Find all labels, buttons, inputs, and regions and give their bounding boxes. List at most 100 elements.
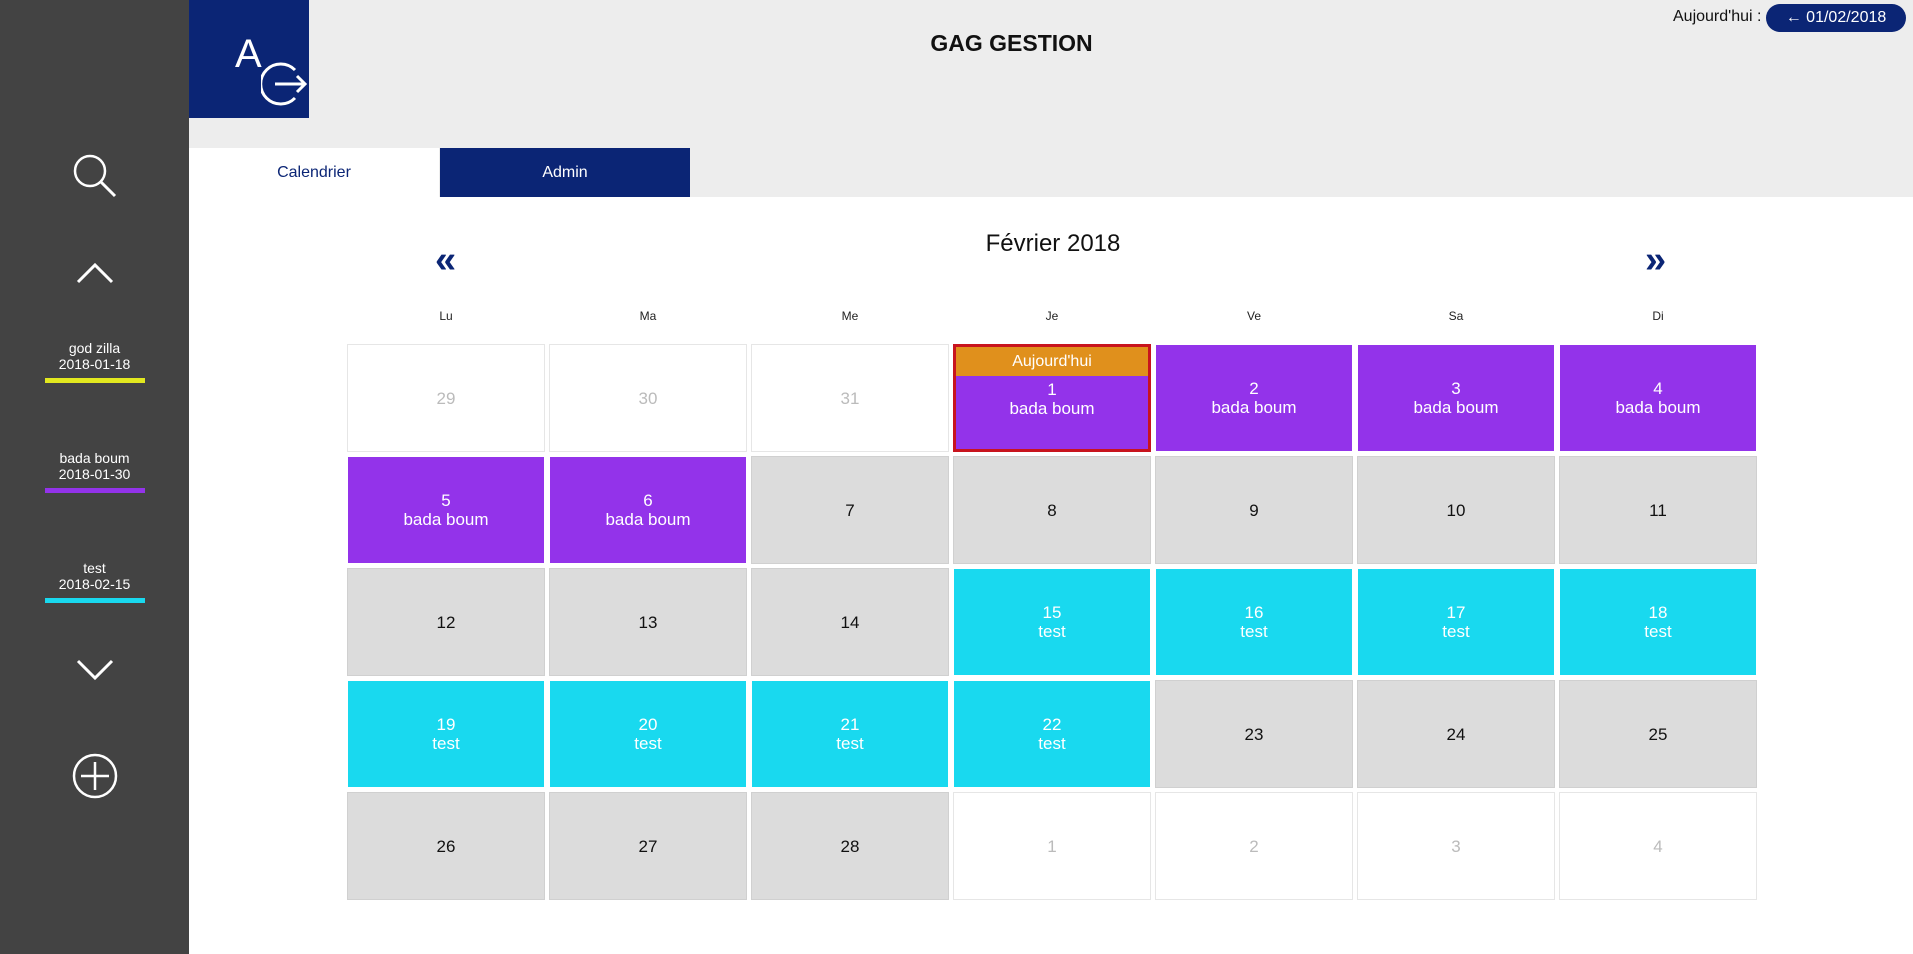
day-event-label: bada boum <box>1615 398 1701 417</box>
day-number: 6 <box>643 491 653 510</box>
weekday-label: Ve <box>1246 309 1261 323</box>
calendar-day[interactable]: 4 bada boum <box>1559 344 1757 452</box>
tab-calendrier[interactable]: Calendrier <box>189 148 439 197</box>
calendar-day[interactable]: 18 test <box>1559 568 1757 676</box>
day-number: 1 <box>1047 836 1057 856</box>
calendar-day[interactable]: 16 test <box>1155 568 1353 676</box>
next-month-button[interactable]: » <box>1645 240 1666 280</box>
sidebar-event-date: 2018-01-18 <box>58 356 131 372</box>
chevron-up-icon[interactable] <box>0 258 189 288</box>
calendar-day[interactable]: 28 <box>751 792 949 900</box>
sidebar-event-bada-boum[interactable]: bada boum 2018-01-30 <box>0 450 189 493</box>
day-number: 7 <box>845 500 855 520</box>
day-event-label: test <box>1038 622 1066 641</box>
month-title: Février 2018 <box>985 230 1121 257</box>
day-number: 22 <box>1042 715 1062 734</box>
weekday-label: Je <box>1045 309 1059 323</box>
day-event-label: test <box>1644 622 1672 641</box>
calendar-day[interactable]: 25 <box>1559 680 1757 788</box>
day-number: 21 <box>840 715 860 734</box>
logo-letter: A <box>235 32 262 76</box>
day-number: 3 <box>1451 836 1461 856</box>
calendar-day[interactable]: 31 <box>751 344 949 452</box>
tab-admin[interactable]: Admin <box>440 148 690 197</box>
day-number: 25 <box>1648 724 1668 744</box>
calendar-day[interactable]: 27 <box>549 792 747 900</box>
calendar-day[interactable]: 2 <box>1155 792 1353 900</box>
calendar-day[interactable]: 13 <box>549 568 747 676</box>
day-number: 3 <box>1451 379 1461 398</box>
day-number: 10 <box>1446 500 1466 520</box>
weekday-label: Di <box>1652 309 1664 323</box>
calendar-day[interactable]: 8 <box>953 456 1151 564</box>
sidebar-event-test[interactable]: test 2018-02-15 <box>0 560 189 603</box>
day-number: 19 <box>436 715 456 734</box>
today-date-button[interactable]: ← 01/02/2018 <box>1766 4 1906 32</box>
sidebar-event-date: 2018-01-30 <box>58 466 131 482</box>
day-event-label: bada boum <box>1211 398 1297 417</box>
calendar-day[interactable]: 24 <box>1357 680 1555 788</box>
day-number: 15 <box>1042 603 1062 622</box>
day-number: 14 <box>840 612 860 632</box>
day-number: 20 <box>638 715 658 734</box>
calendar-day[interactable]: 3 bada boum <box>1357 344 1555 452</box>
day-event-label: test <box>1442 622 1470 641</box>
calendar-day[interactable]: 15 test <box>953 568 1151 676</box>
day-number: 13 <box>638 612 658 632</box>
day-event-label: bada boum <box>1413 398 1499 417</box>
day-number: 8 <box>1047 500 1057 520</box>
calendar-day[interactable]: 11 <box>1559 456 1757 564</box>
day-event-label: test <box>1038 734 1066 753</box>
sidebar-event-name: god zilla <box>68 340 121 356</box>
today-label: Aujourd'hui : <box>1673 8 1762 25</box>
day-number: 24 <box>1446 724 1466 744</box>
day-event-label: test <box>432 734 460 753</box>
day-number: 16 <box>1244 603 1264 622</box>
calendar-day[interactable]: 3 <box>1357 792 1555 900</box>
sidebar-event-color-bar <box>44 488 145 493</box>
calendar-day[interactable]: 1 <box>953 792 1151 900</box>
day-event-label: test <box>634 734 662 753</box>
day-event-label: bada boum <box>605 510 691 529</box>
day-number: 17 <box>1446 603 1466 622</box>
calendar-day[interactable]: 12 <box>347 568 545 676</box>
calendar-day[interactable]: 26 <box>347 792 545 900</box>
prev-month-button[interactable]: « <box>435 240 456 280</box>
calendar-day[interactable]: 9 <box>1155 456 1353 564</box>
calendar-day[interactable]: 7 <box>751 456 949 564</box>
calendar-day[interactable]: 5 bada boum <box>347 456 545 564</box>
calendar-day[interactable]: 29 <box>347 344 545 452</box>
logo-logout-button[interactable]: A <box>189 0 309 118</box>
day-number: 27 <box>638 836 658 856</box>
day-event-label: bada boum <box>1009 399 1095 418</box>
calendar-day[interactable]: 19 test <box>347 680 545 788</box>
day-number: 4 <box>1653 379 1663 398</box>
day-number: 11 <box>1649 500 1667 520</box>
calendar-day[interactable]: 17 test <box>1357 568 1555 676</box>
sidebar-event-god-zilla[interactable]: god zilla 2018-01-18 <box>0 340 189 383</box>
day-number: 30 <box>638 388 658 408</box>
calendar-day[interactable]: 14 <box>751 568 949 676</box>
calendar-day[interactable]: 23 <box>1155 680 1353 788</box>
day-event-label: bada boum <box>403 510 489 529</box>
day-number: 1 <box>1047 380 1057 399</box>
calendar-day[interactable]: 30 <box>549 344 747 452</box>
day-number: 2 <box>1249 836 1259 856</box>
calendar-day[interactable]: 20 test <box>549 680 747 788</box>
app-title: GAG GESTION <box>930 30 1093 56</box>
logout-arrow-icon <box>261 62 308 106</box>
weekday-label: Me <box>841 309 859 323</box>
calendar-day[interactable]: 2 bada boum <box>1155 344 1353 452</box>
calendar-day-today[interactable]: Aujourd'hui 1 bada boum <box>953 344 1151 452</box>
day-number: 29 <box>436 388 456 408</box>
day-event-label: test <box>836 734 864 753</box>
search-icon[interactable] <box>0 150 189 202</box>
calendar-day[interactable]: 4 <box>1559 792 1757 900</box>
calendar-day[interactable]: 10 <box>1357 456 1555 564</box>
add-circle-icon[interactable] <box>0 750 189 802</box>
calendar-day[interactable]: 6 bada boum <box>549 456 747 564</box>
calendar-day[interactable]: 22 test <box>953 680 1151 788</box>
chevron-down-icon[interactable] <box>0 655 189 685</box>
calendar-day[interactable]: 21 test <box>751 680 949 788</box>
day-number: 23 <box>1244 724 1264 744</box>
